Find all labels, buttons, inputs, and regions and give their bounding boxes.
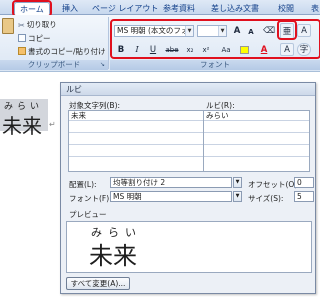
font-group-label: フォント [110,60,320,70]
ruby-cell[interactable] [204,147,309,157]
document-area[interactable]: みらい 未来 ↵ [0,72,62,297]
base-cell[interactable] [69,147,203,157]
chevron-down-icon[interactable]: ▼ [233,177,242,188]
format-painter-icon [18,47,26,55]
offset-label: オフセット(O): [248,180,300,189]
tab-page-layout[interactable]: ページ レイアウト [92,2,158,15]
scissors-icon: ✂ [18,21,25,30]
cut-label: 切り取り [26,20,57,29]
clipboard-group-label: クリップボード ↘ [0,60,108,70]
change-all-button[interactable]: すべて変更(A)... [66,277,130,290]
size-label: サイズ(S): [248,194,284,203]
paragraph-mark-icon: ↵ [49,120,56,129]
offset-input[interactable]: 0 [294,177,314,188]
preview-base-text: 未来 [89,242,137,270]
size-input[interactable]: 5 [294,191,314,202]
dialog-title: ルビ [61,83,315,96]
base-cell[interactable]: 未来 [69,111,203,121]
base-cell[interactable] [69,159,203,169]
ruby-cell[interactable]: みらい [204,111,309,121]
ruby-cell[interactable] [204,135,309,145]
copy-icon [18,34,26,42]
base-cell[interactable] [69,135,203,145]
chevron-down-icon[interactable]: ▼ [233,191,242,202]
alignment-select[interactable]: 均等割り付け 2 [110,177,232,188]
ruby-dialog: ルビ 対象文字列(B): ルビ(R): 未来 みらい 配置(L): 均等割り付け… [60,82,316,294]
phonetic-guide-highlight [277,20,297,40]
copy-label: コピー [28,34,51,43]
ruby-cell[interactable] [204,159,309,169]
tab-insert[interactable]: 挿入 [62,2,78,15]
preview-box: みらい 未来 [66,221,312,273]
preview-label: プレビュー [69,210,107,219]
font-label: フォント(F): [69,194,112,203]
ruby-cell[interactable] [204,123,309,133]
document-base-text: 未来 [2,114,42,138]
ruby-table: 未来 みらい [68,110,310,172]
tab-references[interactable]: 参考資料 [163,2,195,15]
dialog-launcher-icon[interactable]: ↘ [100,60,105,70]
format-painter-label: 書式のコピー/貼り付け [28,47,106,56]
font-select[interactable]: MS 明朝 [110,191,232,202]
tab-mailings[interactable]: 差し込み文書 [211,2,259,15]
tab-view[interactable]: 表 [311,2,319,15]
clipboard-group-text: クリップボード [27,60,81,69]
alignment-label: 配置(L): [69,180,97,189]
tab-review[interactable]: 校閲 [278,2,294,15]
format-painter-button[interactable]: 書式のコピー/貼り付け [18,46,106,57]
cut-button[interactable]: ✂ 切り取り [18,19,57,30]
font-group-text: フォント [200,60,230,69]
copy-button[interactable]: コピー [18,33,51,44]
base-cell[interactable] [69,123,203,133]
paste-icon[interactable] [2,18,14,34]
group-separator [108,17,109,69]
